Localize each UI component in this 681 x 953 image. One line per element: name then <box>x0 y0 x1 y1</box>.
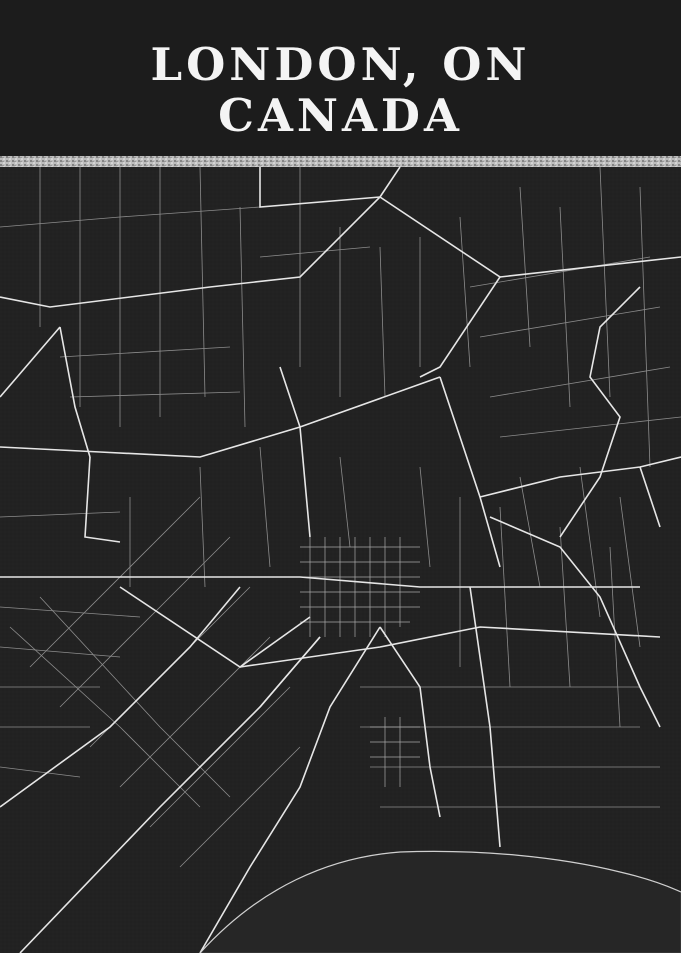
poster-header: LONDON, ON CANADA <box>0 0 681 156</box>
street-map <box>0 167 681 953</box>
poster-title-country: CANADA <box>218 89 463 142</box>
map-background <box>0 167 681 953</box>
decorative-divider <box>0 156 681 167</box>
poster-title-city: LONDON, ON <box>150 38 531 91</box>
map-poster: LONDON, ON CANADA <box>0 0 681 953</box>
